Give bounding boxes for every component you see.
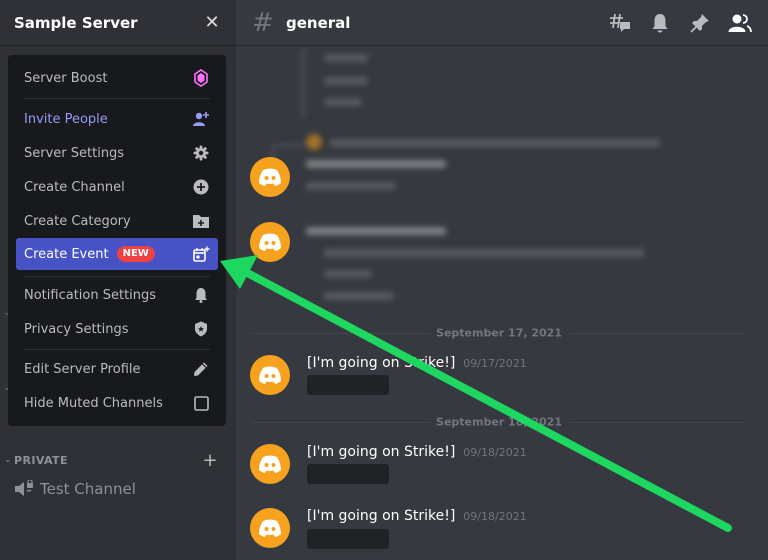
threads-icon[interactable] xyxy=(600,11,640,35)
menu-item-label: Invite People xyxy=(24,111,108,127)
channel-sidebar: Sample Server ✕ ⌄ ⌄ Server Boost Invite … xyxy=(0,0,236,560)
avatar[interactable] xyxy=(250,157,290,197)
discord-logo-icon xyxy=(259,455,281,473)
message-timestamp: 09/17/2021 xyxy=(463,357,527,370)
menu-item-label: Privacy Settings xyxy=(24,321,129,337)
menu-item-notification-settings[interactable]: Notification Settings xyxy=(16,279,218,311)
channel-title: general xyxy=(286,13,351,32)
menu-item-label: Notification Settings xyxy=(24,287,157,303)
menu-item-label: Server Settings xyxy=(24,145,125,161)
menu-divider xyxy=(24,276,210,277)
chat-area: # general September 17, 2021 [I'm going … xyxy=(236,0,768,560)
calendar-plus-icon xyxy=(192,245,210,263)
pin-icon[interactable] xyxy=(680,11,720,35)
avatar[interactable] xyxy=(250,355,290,395)
channel-name: Test Channel xyxy=(40,480,136,498)
menu-item-label: Hide Muted Channels xyxy=(24,395,163,411)
gear-icon xyxy=(192,144,210,162)
avatar[interactable] xyxy=(250,508,290,548)
message-username[interactable]: [I'm going on Strike!] xyxy=(307,444,455,460)
menu-divider xyxy=(24,98,210,99)
menu-item-label: Create Channel xyxy=(24,179,125,195)
checkbox-icon[interactable] xyxy=(192,394,210,412)
discord-logo-icon xyxy=(259,366,281,384)
menu-item-edit-server-profile[interactable]: Edit Server Profile xyxy=(16,353,218,385)
add-channel-icon[interactable]: + xyxy=(200,450,220,471)
menu-item-hide-muted-channels[interactable]: Hide Muted Channels xyxy=(16,387,218,419)
date-divider: September 17, 2021 xyxy=(252,326,746,340)
message-username[interactable]: [I'm going on Strike!] xyxy=(307,355,455,371)
date-divider-label: September 17, 2021 xyxy=(430,326,568,340)
category-private[interactable]: ⌄ PRIVATE + xyxy=(0,450,236,471)
add-person-icon xyxy=(192,110,210,128)
bell-icon[interactable] xyxy=(640,11,680,35)
server-header[interactable]: Sample Server ✕ xyxy=(0,0,236,46)
date-divider-label: September 18, 2021 xyxy=(430,415,568,429)
folder-plus-icon xyxy=(192,212,210,230)
discord-logo-icon xyxy=(259,233,281,251)
menu-item-server-settings[interactable]: Server Settings xyxy=(16,137,218,169)
menu-item-server-boost[interactable]: Server Boost xyxy=(16,62,218,94)
menu-item-label: Edit Server Profile xyxy=(24,361,141,377)
hashtag-icon: # xyxy=(252,7,274,38)
menu-item-label: Create Category xyxy=(24,213,131,229)
message-username[interactable]: [I'm going on Strike!] xyxy=(307,508,455,524)
avatar[interactable] xyxy=(250,444,290,484)
discord-logo-icon xyxy=(259,519,281,537)
menu-item-label: Create Event xyxy=(24,246,109,262)
redacted-message-body xyxy=(307,464,389,484)
channel-header: # general xyxy=(236,0,768,46)
bell-icon xyxy=(192,286,210,304)
server-name: Sample Server xyxy=(14,13,138,32)
header-toolbar xyxy=(600,11,760,35)
discord-window: Sample Server ✕ ⌄ ⌄ Server Boost Invite … xyxy=(0,0,768,560)
message-timestamp: 09/18/2021 xyxy=(463,510,527,523)
menu-item-create-channel[interactable]: Create Channel xyxy=(16,171,218,203)
message-timestamp: 09/18/2021 xyxy=(463,446,527,459)
menu-divider xyxy=(24,349,210,350)
menu-item-label: Server Boost xyxy=(24,70,108,86)
category-label: PRIVATE xyxy=(14,453,68,467)
message-header: [I'm going on Strike!] 09/17/2021 xyxy=(307,355,527,371)
boost-gem-icon xyxy=(192,69,210,87)
server-dropdown-menu: Server Boost Invite People Server Settin… xyxy=(8,55,226,426)
menu-item-invite-people[interactable]: Invite People xyxy=(16,103,218,135)
plus-circle-icon xyxy=(192,178,210,196)
redacted-message-body xyxy=(307,375,389,395)
new-badge: NEW xyxy=(116,246,155,262)
message-header: [I'm going on Strike!] 09/18/2021 xyxy=(307,444,527,460)
pencil-icon xyxy=(192,360,210,378)
locked-voice-icon xyxy=(14,480,36,498)
menu-item-create-event[interactable]: Create Event NEW xyxy=(16,238,218,270)
menu-item-privacy-settings[interactable]: Privacy Settings xyxy=(16,313,218,345)
shield-icon xyxy=(192,320,210,338)
date-divider: September 18, 2021 xyxy=(252,415,746,429)
members-icon[interactable] xyxy=(720,11,760,35)
close-icon[interactable]: ✕ xyxy=(202,12,222,33)
channel-item-test-channel[interactable]: Test Channel xyxy=(8,476,228,502)
redacted-message-body xyxy=(307,529,389,549)
menu-item-label-wrap: Create Event NEW xyxy=(24,246,192,262)
menu-item-create-category[interactable]: Create Category xyxy=(16,205,218,237)
discord-logo-icon xyxy=(259,168,281,186)
avatar[interactable] xyxy=(250,222,290,262)
message-header: [I'm going on Strike!] 09/18/2021 xyxy=(307,508,527,524)
chevron-down-icon: ⌄ xyxy=(4,455,12,465)
